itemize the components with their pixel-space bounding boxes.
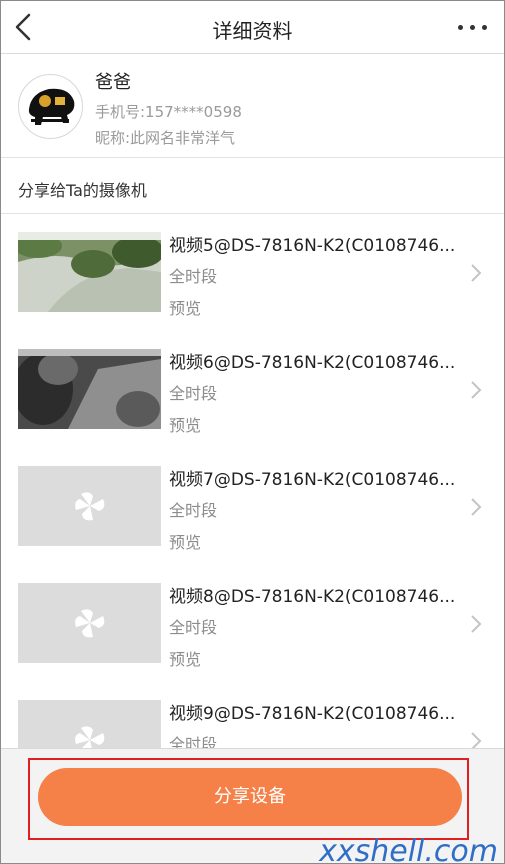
- camera-item-6[interactable]: 视频6@DS-7816N-K2(C0108746... 全时段 预览: [1, 331, 504, 449]
- user-nickname: 昵称:此网名非常洋气: [95, 129, 236, 147]
- chevron-right-icon: [471, 498, 482, 516]
- camera-placeholder-icon: [75, 492, 105, 521]
- watermark: xxshell.com: [319, 834, 498, 864]
- share-device-button[interactable]: 分享设备: [38, 768, 462, 826]
- camera-preview: 预览: [169, 533, 202, 552]
- app-screen: 详细资料 爸爸 手机号:157****0598 昵称:此网名非常洋气 分享给Ta…: [0, 0, 505, 864]
- camera-title: 视频7@DS-7816N-K2(C0108746...: [169, 470, 456, 490]
- camera-item-5[interactable]: 视频5@DS-7816N-K2(C0108746... 全时段 预览: [1, 214, 504, 332]
- camera-placeholder-thumbnail: [18, 466, 161, 546]
- camera-item-7[interactable]: 视频7@DS-7816N-K2(C0108746... 全时段 预览: [1, 448, 504, 566]
- camera-title: 视频6@DS-7816N-K2(C0108746...: [169, 353, 456, 373]
- camera-period: 全时段: [169, 384, 218, 403]
- camera-period: 全时段: [169, 267, 218, 286]
- camera-period: 全时段: [169, 501, 218, 520]
- section-label: 分享给Ta的摄像机: [18, 181, 147, 200]
- camera-title: 视频9@DS-7816N-K2(C0108746...: [169, 704, 456, 724]
- chevron-right-icon: [471, 381, 482, 399]
- user-name: 爸爸: [95, 72, 131, 93]
- camera-title: 视频8@DS-7816N-K2(C0108746...: [169, 587, 456, 607]
- camera-preview: 预览: [169, 650, 202, 669]
- avatar[interactable]: [18, 74, 83, 139]
- camera-thumbnail: [18, 349, 161, 429]
- camera-thumbnail: [18, 232, 161, 312]
- camera-preview: 预览: [169, 416, 202, 435]
- user-phone: 手机号:157****0598: [95, 103, 242, 121]
- camera-preview: 预览: [169, 299, 202, 318]
- page-title: 详细资料: [212, 19, 293, 43]
- profile-card: 爸爸 手机号:157****0598 昵称:此网名非常洋气: [1, 54, 504, 158]
- shared-cameras-header: 分享给Ta的摄像机: [1, 158, 504, 214]
- top-bar: 详细资料: [1, 1, 504, 54]
- more-options-icon[interactable]: [456, 15, 490, 37]
- chevron-right-icon: [471, 264, 482, 282]
- camera-period: 全时段: [169, 618, 218, 637]
- camera-placeholder-icon: [75, 609, 105, 638]
- camera-title: 视频5@DS-7816N-K2(C0108746...: [169, 236, 456, 256]
- chevron-right-icon: [471, 615, 482, 633]
- camera-placeholder-thumbnail: [18, 583, 161, 663]
- camera-item-8[interactable]: 视频8@DS-7816N-K2(C0108746... 全时段 预览: [1, 565, 504, 683]
